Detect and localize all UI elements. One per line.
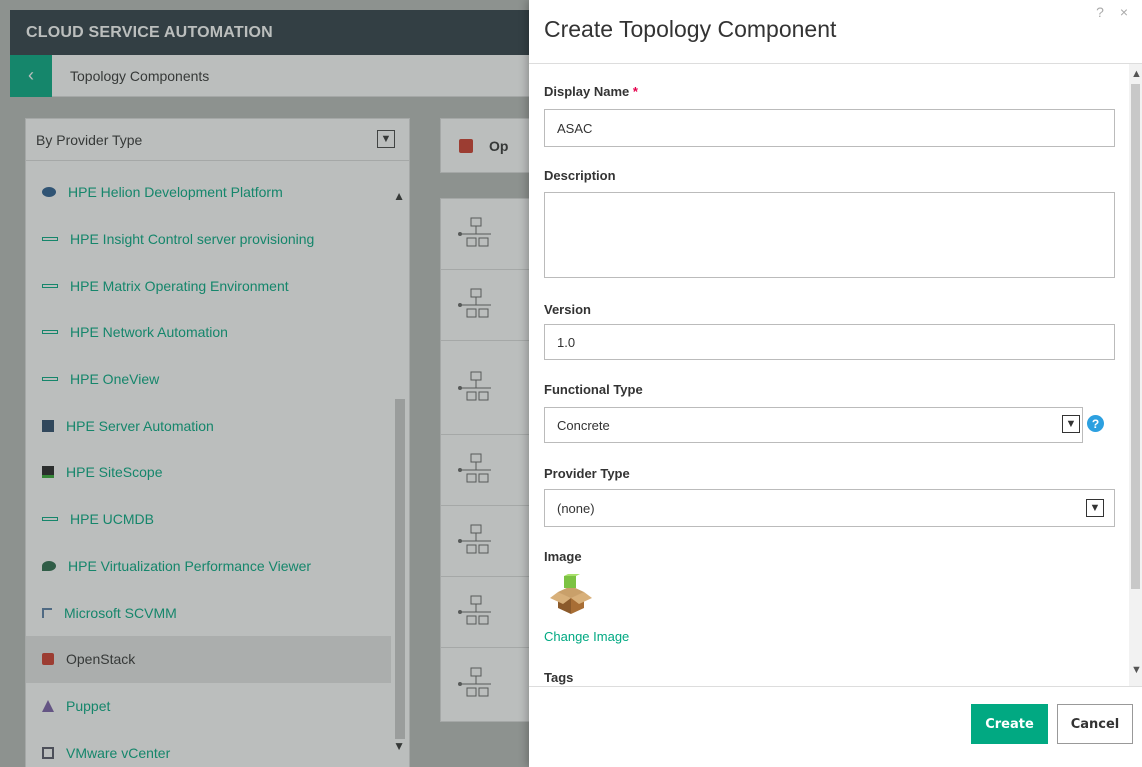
- scroll-up-icon[interactable]: ▲: [1131, 68, 1142, 80]
- required-marker: *: [632, 84, 638, 99]
- version-value: 1.0: [557, 334, 576, 350]
- dialog-footer: Create Cancel: [529, 686, 1142, 767]
- display-name-value: ASAC: [557, 120, 593, 136]
- provider-type-label: Provider Type: [544, 466, 630, 481]
- image-label: Image: [544, 549, 582, 564]
- version-label: Version: [544, 302, 591, 317]
- chevron-down-icon[interactable]: ▼: [1062, 415, 1080, 433]
- dialog-help-close-icons[interactable]: ? ×: [1096, 4, 1134, 20]
- dialog-scrollbar[interactable]: ▲ ▼: [1129, 64, 1142, 686]
- scroll-down-icon[interactable]: ▼: [1131, 664, 1142, 676]
- dialog-scrollbar-thumb[interactable]: [1131, 84, 1140, 589]
- create-topology-component-dialog: Create Topology Component ? × Display Na…: [529, 0, 1142, 767]
- chevron-down-icon[interactable]: ▼: [1086, 499, 1104, 517]
- description-label: Description: [544, 168, 616, 183]
- functional-type-value: Concrete: [557, 417, 610, 433]
- tags-label: Tags: [544, 670, 574, 685]
- provider-type-select[interactable]: (none) ▼: [544, 489, 1115, 527]
- display-name-input[interactable]: ASAC: [544, 109, 1115, 147]
- change-image-link[interactable]: Change Image: [544, 629, 629, 644]
- description-textarea[interactable]: [544, 192, 1115, 278]
- help-icon[interactable]: ?: [1087, 415, 1104, 432]
- dialog-body: Display Name * ASAC Description Version …: [529, 64, 1129, 686]
- dialog-title: Create Topology Component: [544, 16, 837, 42]
- cancel-button[interactable]: Cancel: [1057, 704, 1133, 744]
- component-box-image: [550, 574, 592, 614]
- functional-type-select[interactable]: Concrete ▼: [544, 407, 1083, 443]
- provider-type-value: (none): [557, 500, 595, 516]
- version-input[interactable]: 1.0: [544, 324, 1115, 360]
- create-button[interactable]: Create: [971, 704, 1048, 744]
- functional-type-label: Functional Type: [544, 382, 643, 397]
- display-name-label: Display Name *: [544, 84, 638, 99]
